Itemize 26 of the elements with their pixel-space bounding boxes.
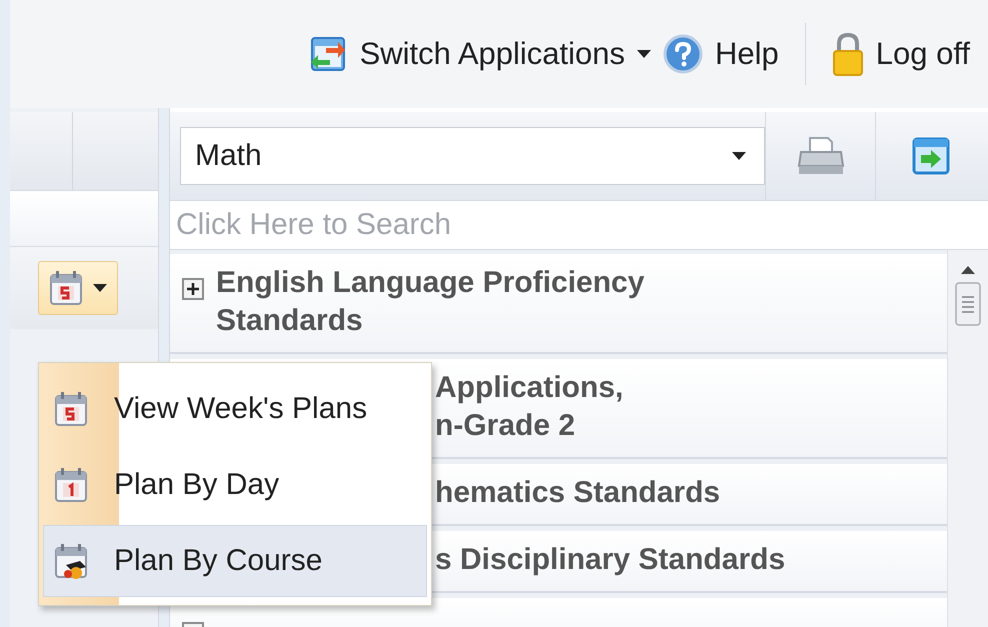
caret-icon [93, 284, 107, 292]
help-icon [662, 34, 703, 74]
standard-title: s Disciplinary Standards [435, 542, 786, 578]
caret-icon [636, 50, 651, 58]
menu-item[interactable]: Plan By Course [43, 525, 427, 597]
scrollbar[interactable] [947, 250, 988, 627]
standard-title: English Language Proficiency Standards [216, 265, 644, 339]
log-off-link[interactable]: Log off [832, 32, 970, 76]
plans-menu-button[interactable] [38, 261, 118, 315]
help-link[interactable]: Help [662, 34, 779, 74]
calendar-icon [54, 467, 88, 503]
standard-title: Applications, n-Grade 2 [435, 370, 624, 444]
scroll-thumb[interactable] [955, 282, 981, 326]
printer-icon [798, 136, 844, 176]
switch-applications-link[interactable]: Switch Applications [308, 34, 651, 74]
subject-select[interactable]: Math [180, 127, 765, 185]
standards-row[interactable]: English Language Proficiency Standards [170, 254, 947, 354]
lock-icon [832, 32, 864, 76]
caret-icon [732, 152, 746, 160]
export-icon [912, 137, 950, 175]
calendar-icon [49, 270, 83, 306]
expand-icon[interactable] [182, 278, 204, 300]
calendar-course-icon [54, 543, 88, 579]
standard-title: hematics Standards [435, 475, 720, 511]
scroll-up-icon[interactable] [961, 266, 975, 274]
calendar-icon [54, 391, 88, 427]
